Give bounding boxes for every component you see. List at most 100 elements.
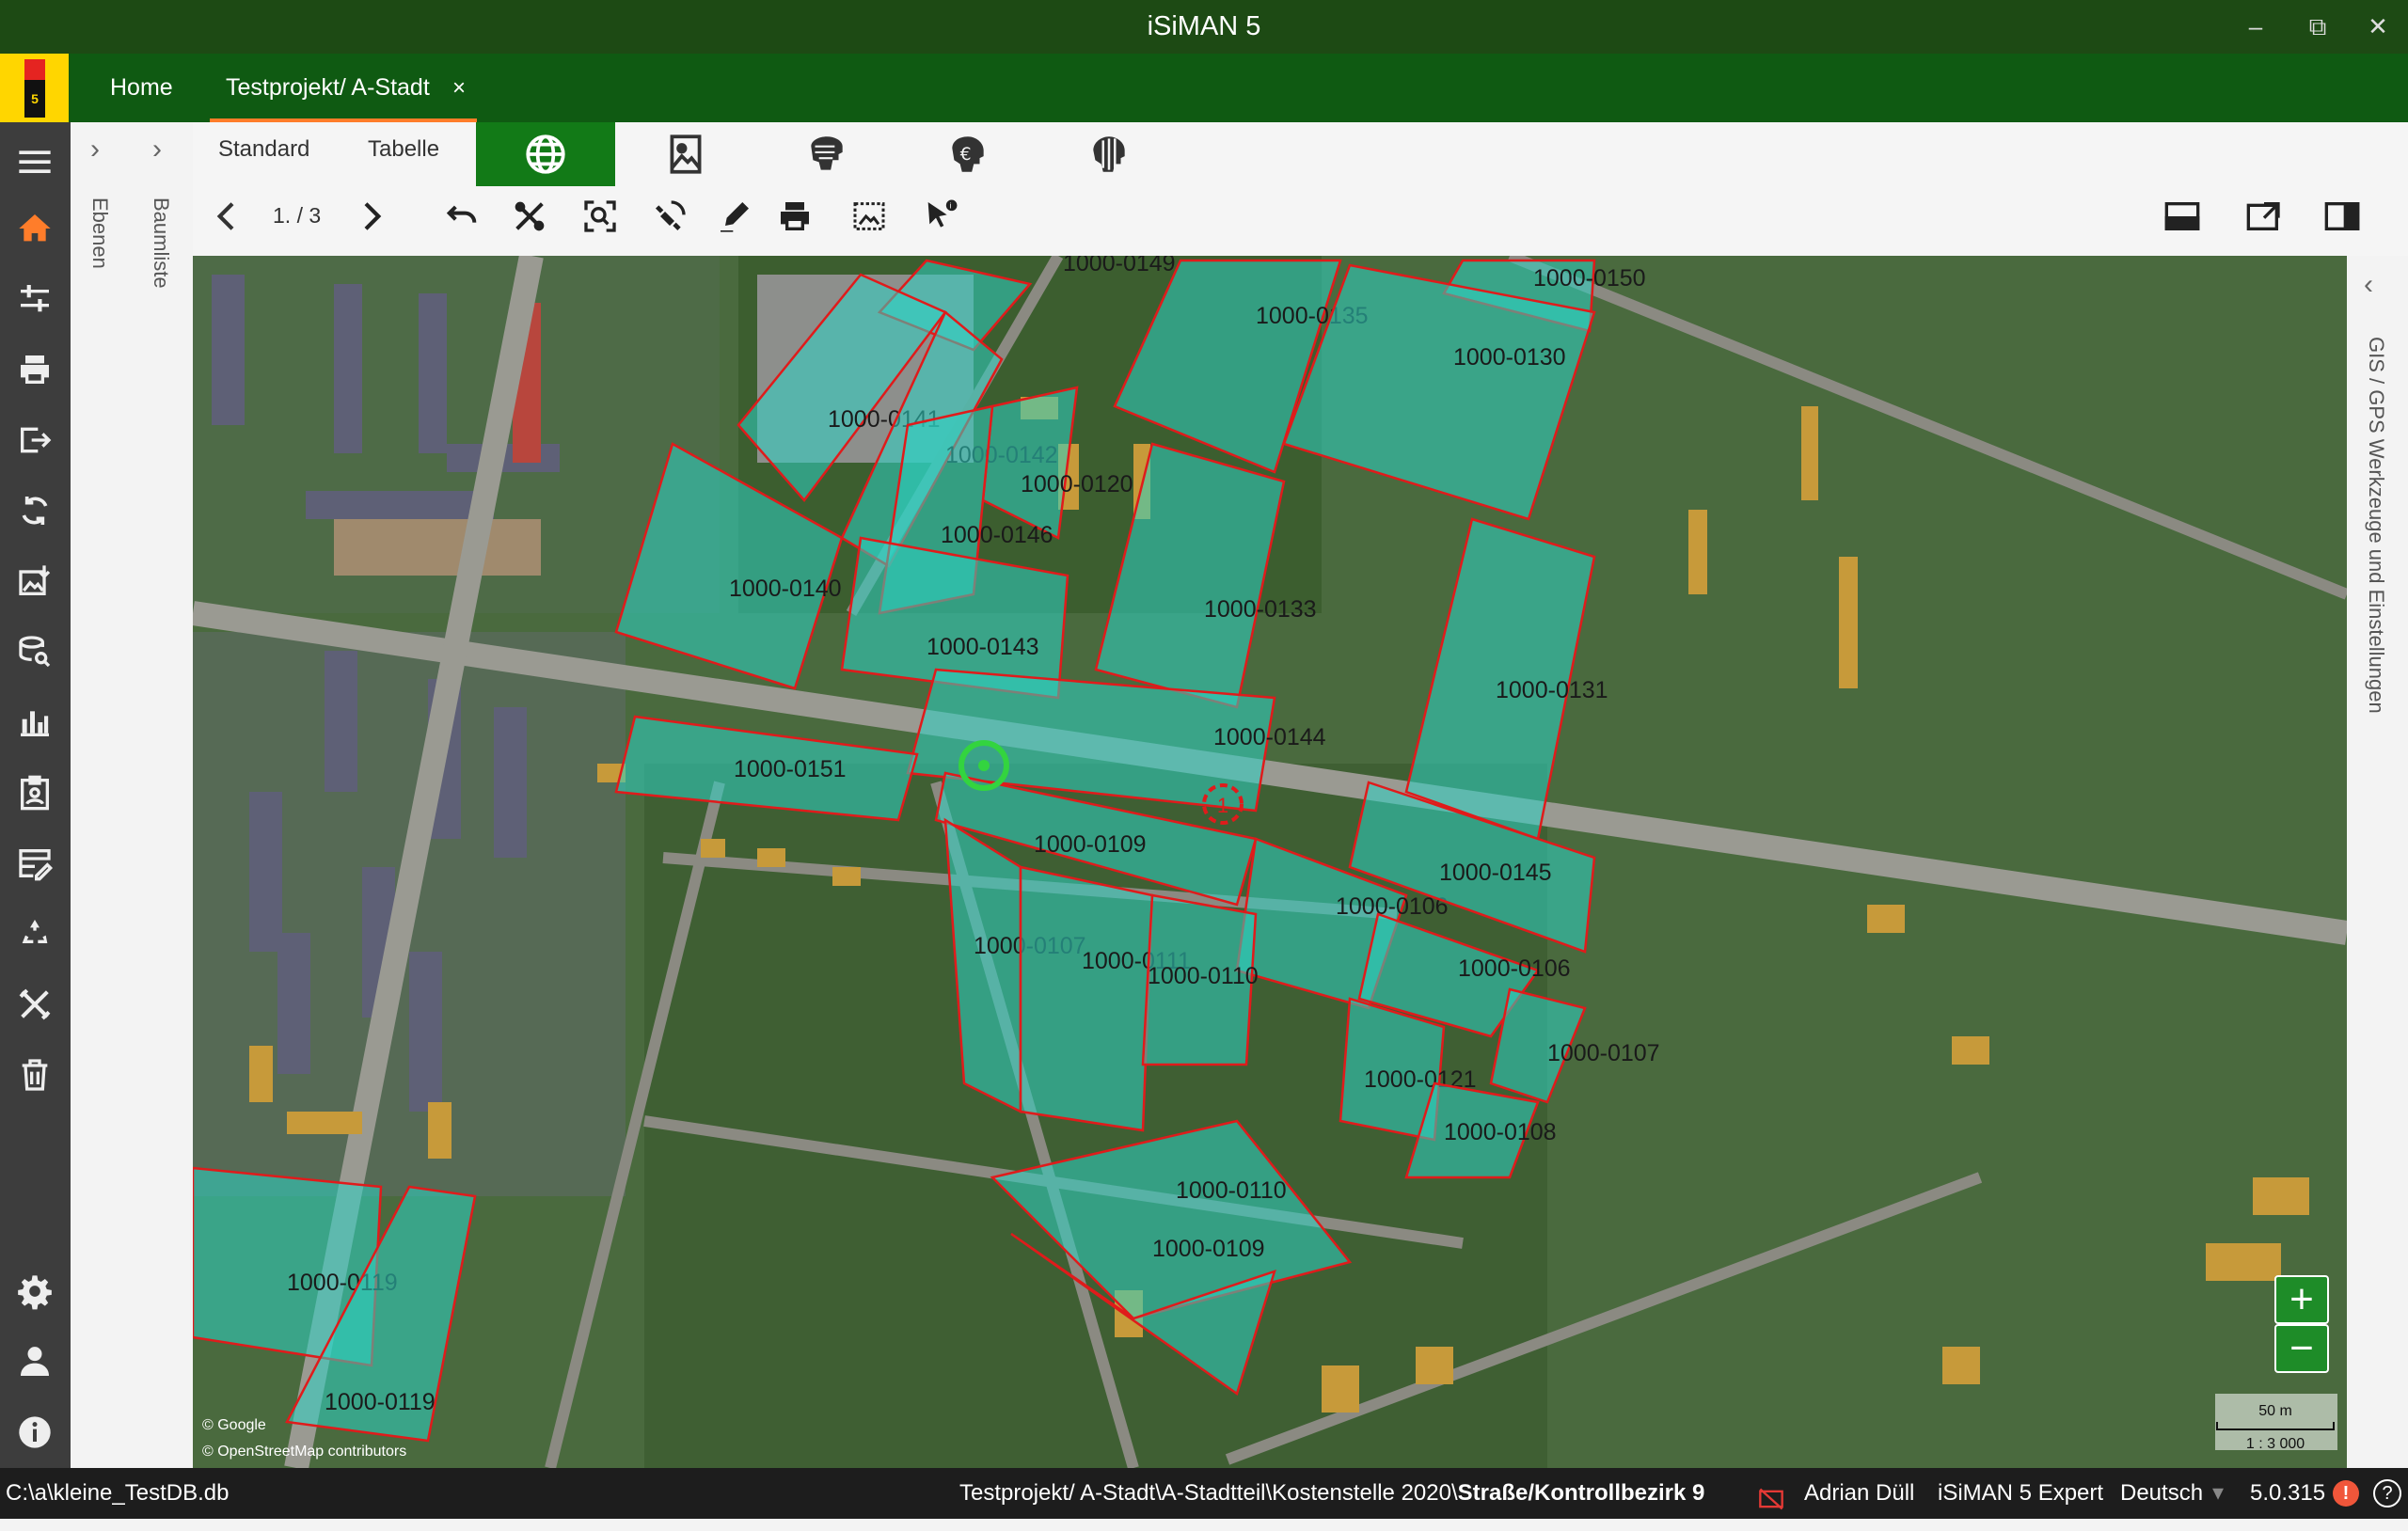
parcel-label: 1000-0108 [1444,1119,1557,1145]
breadcrumb-path[interactable]: Testprojekt/ A-Stadt\A-Stadtteil\Kostens… [959,1480,1458,1506]
tree-layers-icon[interactable] [1039,122,1179,186]
tab-close-icon[interactable]: × [452,54,466,122]
parcel-label: 1000-0131 [1496,677,1608,703]
baumliste-label: Baumliste [150,197,173,289]
map-view[interactable]: 1000-0149 1000-0150 1000-0135 1000-0130 1000… [193,256,2347,1468]
gis-panel[interactable]: ‹ GIS / GPS Werkzeuge und Einstellungen [2347,256,2408,1468]
table-edit-icon[interactable] [11,840,58,887]
version: 5.0.315 [2250,1480,2326,1506]
home-icon[interactable] [11,205,58,252]
app-logo[interactable]: 5 [0,54,69,122]
scale-ratio: 1 : 3 000 [2246,1436,2305,1452]
left-nav [0,122,71,1468]
parcel-label: 1000-0109 [1152,1236,1265,1262]
zoom-in-button[interactable]: + [2274,1275,2329,1324]
zoom-extent-icon[interactable] [578,194,623,239]
parcel-label: 1000-0144 [1213,724,1326,750]
tree-head-icon[interactable] [757,122,896,186]
page-indicator: 1. / 3 [273,203,322,228]
scale-distance: 50 m [2258,1403,2292,1419]
euro-head-icon[interactable]: € [898,122,1038,186]
status-bar: C:\a\kleine_TestDB.db Testprojekt/ A-Sta… [0,1468,2408,1519]
chevron-right-icon[interactable]: › [152,134,162,166]
title-bar: iSiMAN 5 – ⧉ ✕ [0,0,2408,54]
parcel-label: 1000-0110 [1176,1177,1287,1204]
parcel-label: 1000-0107 [1547,1040,1660,1066]
print-icon[interactable] [772,194,817,239]
panel-right-icon[interactable] [2320,194,2365,239]
export-icon[interactable] [11,417,58,464]
globe-icon[interactable] [476,122,615,186]
image-import-icon[interactable] [11,558,58,605]
warning-icon[interactable]: ! [2333,1480,2359,1507]
parcel-label: 1000-0145 [1439,860,1552,886]
tools-icon[interactable] [11,981,58,1028]
chart-icon[interactable] [11,699,58,746]
sliders-icon[interactable] [11,276,58,323]
svg-text:€: € [960,145,972,165]
parcel-label: 1000-0110 [1148,963,1259,989]
pen-icon[interactable] [712,194,757,239]
chevron-left-icon[interactable]: ‹ [2364,269,2373,301]
print-icon[interactable] [11,346,58,393]
attribution-osm: © OpenStreetMap contributors [202,1444,406,1460]
screenshot-icon[interactable] [847,194,892,239]
parcel-label: 1000-0109 [1034,831,1147,858]
breadcrumb: Testprojekt/ A-Stadt\A-Stadtteil\Kostens… [959,1468,1704,1519]
parcel-label: 1000-0133 [1204,596,1317,623]
map-canvas[interactable]: 1000-01491000-01501000-01351000-01301000… [193,256,2347,1468]
tree-marker-label: 1 [1217,794,1228,817]
ebenen-panel[interactable]: Ebenen [71,122,134,1468]
close-window-icon[interactable]: ✕ [2361,11,2395,41]
info-icon[interactable] [11,1409,58,1456]
help-icon[interactable]: ? [2373,1479,2401,1507]
parcel-label: 1000-0130 [1453,344,1566,371]
panel-bottom-icon[interactable] [2160,194,2205,239]
parcel-label: 1000-0146 [941,522,1054,548]
user-name[interactable]: Adrian Düll [1804,1468,1914,1519]
ebenen-label: Ebenen [88,197,112,269]
parcel-label: 1000-0140 [729,576,842,602]
parcel-label: 1000-0119 [325,1389,436,1415]
database-search-icon[interactable] [11,628,58,675]
measure-icon[interactable] [507,194,552,239]
settings-icon[interactable] [11,1268,58,1315]
trash-icon[interactable] [11,1051,58,1098]
clipboard-icon[interactable] [11,769,58,816]
attribution-google: © Google [202,1417,266,1433]
gis-panel-label: GIS / GPS Werkzeuge und Einstellungen [2365,337,2388,714]
recycle-icon[interactable] [11,910,58,957]
parcel-label: 1000-0106 [1458,955,1571,982]
baumliste-panel[interactable]: Baumliste [132,122,195,1468]
language-select[interactable]: Deutsch [2120,1468,2203,1519]
user-icon[interactable] [11,1338,58,1385]
gps-satellite-icon[interactable] [647,194,692,239]
external-window-icon[interactable] [2242,194,2287,239]
edition: iSiMAN 5 Expert [1938,1480,2104,1506]
menu-icon[interactable] [11,138,58,185]
minimize-icon[interactable]: – [2239,11,2273,41]
chevron-right-icon[interactable] [348,194,393,239]
chevron-left-icon[interactable] [205,194,250,239]
tab-home[interactable]: Home [110,54,173,122]
tab-testprojekt[interactable]: Testprojekt/ A-Stadt [210,54,477,122]
view-tab-tabelle[interactable]: Tabelle [368,122,439,186]
view-tab-standard[interactable]: Standard [218,122,309,186]
parcel-label: 1000-0120 [1021,471,1133,497]
parcel-label: 1000-0150 [1533,265,1646,292]
chevron-right-icon[interactable]: › [90,134,100,166]
db-path: C:\a\kleine_TestDB.db [6,1480,230,1506]
chevron-down-icon[interactable]: ▾ [2212,1468,2224,1519]
breadcrumb-current[interactable]: Straße/Kontrollbezirk 9 [1458,1480,1705,1506]
parcel-label: 1000-0143 [927,634,1039,660]
parcel-label: 1000-0151 [734,756,847,782]
parcel-1000-0111[interactable] [1019,865,1154,1132]
image-icon[interactable] [616,122,755,186]
undo-icon[interactable] [439,194,484,239]
svg-text:i: i [949,201,951,211]
zoom-out-button[interactable]: − [2274,1324,2329,1373]
sync-icon[interactable] [11,487,58,534]
restore-icon[interactable]: ⧉ [2301,11,2335,41]
offline-icon[interactable] [1757,1480,1785,1510]
cursor-info-icon[interactable]: i [918,194,963,239]
